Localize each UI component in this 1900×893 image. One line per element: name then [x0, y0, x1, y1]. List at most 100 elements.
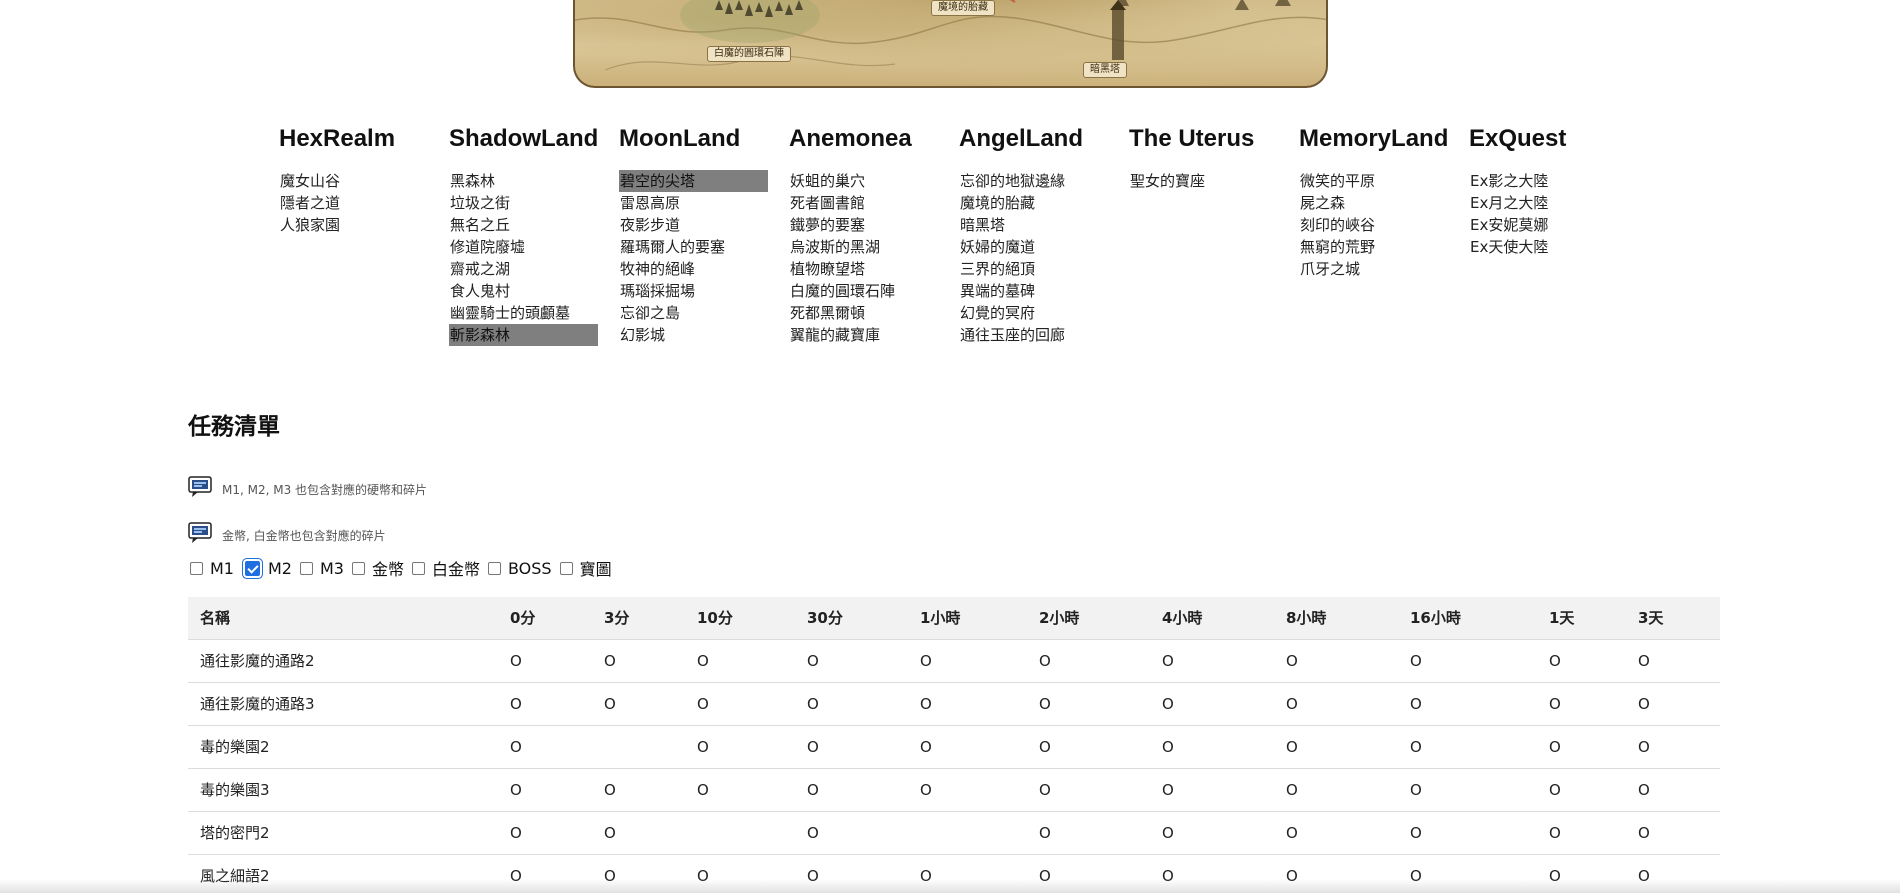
table-cell: O — [1398, 639, 1537, 683]
quest-name[interactable]: 毒的樂園3 — [188, 768, 498, 812]
filter-m2[interactable]: M2 — [242, 559, 292, 578]
region-link[interactable]: 魔女山谷 — [279, 170, 428, 192]
region-link[interactable]: 無窮的荒野 — [1299, 236, 1448, 258]
filter-checkbox[interactable] — [351, 561, 365, 575]
region-navigation: HexRealm 魔女山谷 隱者之道 人狼家園 ShadowLand 黑森林 垃… — [279, 124, 1639, 346]
region-link[interactable]: 爪牙之城 — [1299, 258, 1448, 280]
region-link[interactable]: Ex影之大陸 — [1469, 170, 1618, 192]
table-header-row: 名稱 0分 3分 10分 30分 1小時 2小時 4小時 8小時 16小時 1天… — [188, 597, 1720, 640]
region-link[interactable]: 翼龍的藏寶庫 — [789, 324, 938, 346]
region-link[interactable]: 黑森林 — [449, 170, 598, 192]
region-link[interactable]: 死者圖書館 — [789, 192, 938, 214]
region-link[interactable]: 暗黑塔 — [959, 214, 1108, 236]
filter-m3[interactable]: M3 — [299, 559, 344, 578]
filter-platinum[interactable]: 白金幣 — [411, 556, 480, 580]
region-link[interactable]: 幻影城 — [619, 324, 768, 346]
filter-treasure-map[interactable]: 寶圖 — [559, 556, 612, 580]
quest-name[interactable]: 毒的樂園2 — [188, 725, 498, 769]
table-cell: O — [1027, 725, 1150, 769]
column-header[interactable]: 10分 — [685, 597, 795, 640]
region-link[interactable]: Ex天使大陸 — [1469, 236, 1618, 258]
column-header[interactable]: 1小時 — [908, 597, 1027, 640]
table-row[interactable]: 通往影魔的通路2 O O O O O O O O O O O — [188, 639, 1720, 683]
region-link[interactable]: 通往玉座的回廊 — [959, 324, 1108, 346]
table-row[interactable]: 毒的樂園2 O O O O O O O O O O — [188, 725, 1720, 769]
region-link[interactable]: 妖婦的魔道 — [959, 236, 1108, 258]
filter-checkbox[interactable] — [559, 561, 573, 575]
column-header[interactable]: 30分 — [795, 597, 908, 640]
column-header[interactable]: 3分 — [592, 597, 685, 640]
region-link[interactable]: 隱者之道 — [279, 192, 428, 214]
table-cell: O — [498, 811, 592, 855]
region-title: MemoryLand — [1299, 125, 1449, 152]
table-cell: O — [1274, 682, 1398, 726]
region-link[interactable]: 忘卻之島 — [619, 302, 768, 324]
region-link[interactable]: 植物瞭望塔 — [789, 258, 938, 280]
region-link[interactable]: 羅瑪爾人的要塞 — [619, 236, 768, 258]
filter-checkbox[interactable] — [487, 561, 501, 575]
region-link[interactable]: Ex月之大陸 — [1469, 192, 1618, 214]
filter-m1[interactable]: M1 — [190, 559, 234, 578]
region-link-list: Ex影之大陸 Ex月之大陸 Ex安妮莫娜 Ex天使大陸 — [1469, 170, 1639, 258]
region-link[interactable]: 三界的絕頂 — [959, 258, 1108, 280]
column-header[interactable]: 2小時 — [1027, 597, 1150, 640]
filter-checkbox[interactable] — [411, 561, 425, 575]
world-map-banner[interactable]: 白魔的圓環石陣 魔境的胎藏 暗黑塔 — [573, 0, 1328, 88]
column-header[interactable]: 4小時 — [1150, 597, 1274, 640]
column-header[interactable]: 名稱 — [188, 597, 498, 640]
region-link[interactable]: 無名之丘 — [449, 214, 598, 236]
region-link[interactable]: 屍之森 — [1299, 192, 1448, 214]
region-link[interactable]: 妖蛆的巢穴 — [789, 170, 938, 192]
table-cell: O — [592, 639, 685, 683]
region-link[interactable]: 異端的墓碑 — [959, 280, 1108, 302]
map-label-white-magic-stone-circle[interactable]: 白魔的圓環石陣 — [707, 46, 791, 62]
table-row[interactable]: 塔的密門2 O O O O O O O O O — [188, 811, 1720, 855]
region-link[interactable]: 魔境的胎藏 — [959, 192, 1108, 214]
column-header[interactable]: 16小時 — [1398, 597, 1537, 640]
region-link[interactable]: 聖女的寶座 — [1129, 170, 1278, 192]
map-label-demon-womb[interactable]: 魔境的胎藏 — [931, 0, 995, 16]
region-link[interactable]: 修道院廢墟 — [449, 236, 598, 258]
column-header[interactable]: 1天 — [1537, 597, 1626, 640]
region-link[interactable]: 白魔的圓環石陣 — [789, 280, 938, 302]
region-link[interactable]: 夜影步道 — [619, 214, 768, 236]
quest-name[interactable]: 塔的密門2 — [188, 811, 498, 855]
filter-boss[interactable]: BOSS — [487, 559, 552, 578]
region-link[interactable]: 瑪瑙採掘場 — [619, 280, 768, 302]
region-link[interactable]: 刻印的峽谷 — [1299, 214, 1448, 236]
bottom-shadow — [0, 879, 1900, 893]
column-header[interactable]: 8小時 — [1274, 597, 1398, 640]
table-cell: O — [685, 768, 795, 812]
region-link[interactable]: 垃圾之街 — [449, 192, 598, 214]
table-row[interactable]: 毒的樂園3 O O O O O O O O O O O — [188, 768, 1720, 812]
region-link[interactable]: 烏波斯的黑湖 — [789, 236, 938, 258]
region-link[interactable]: Ex安妮莫娜 — [1469, 214, 1618, 236]
filter-checkbox-checked[interactable] — [244, 560, 260, 576]
region-link[interactable]: 鐵夢的要塞 — [789, 214, 938, 236]
map-label-dark-tower[interactable]: 暗黑塔 — [1083, 62, 1127, 78]
region-link[interactable]: 人狼家園 — [279, 214, 428, 236]
region-link[interactable]: 雷恩高原 — [619, 192, 768, 214]
table-cell: O — [795, 768, 908, 812]
region-link[interactable]: 忘卻的地獄邊緣 — [959, 170, 1108, 192]
table-cell: O — [1027, 768, 1150, 812]
region-link[interactable]: 微笑的平原 — [1299, 170, 1448, 192]
region-link-selected[interactable]: 碧空的尖塔 — [619, 170, 768, 192]
quest-name[interactable]: 通往影魔的通路3 — [188, 682, 498, 726]
region-link[interactable]: 食人鬼村 — [449, 280, 598, 302]
region-link[interactable]: 死都黑爾頓 — [789, 302, 938, 324]
column-header[interactable]: 3天 — [1626, 597, 1720, 640]
region-link[interactable]: 牧神的絕峰 — [619, 258, 768, 280]
chat-bubble-icon — [188, 522, 212, 543]
column-header[interactable]: 0分 — [498, 597, 592, 640]
table-row[interactable]: 通往影魔的通路3 O O O O O O O O O O O — [188, 682, 1720, 726]
filter-checkbox[interactable] — [299, 561, 313, 575]
filter-gold[interactable]: 金幣 — [351, 556, 404, 580]
filter-checkbox[interactable] — [190, 561, 203, 575]
region-link[interactable]: 齋戒之湖 — [449, 258, 598, 280]
region-link[interactable]: 幻覺的冥府 — [959, 302, 1108, 324]
region-link-selected[interactable]: 斬影森林 — [449, 324, 598, 346]
region-link[interactable]: 幽靈騎士的頭顱墓 — [449, 302, 598, 324]
region-link-list: 魔女山谷 隱者之道 人狼家園 — [279, 170, 449, 236]
quest-name[interactable]: 通往影魔的通路2 — [188, 639, 498, 683]
